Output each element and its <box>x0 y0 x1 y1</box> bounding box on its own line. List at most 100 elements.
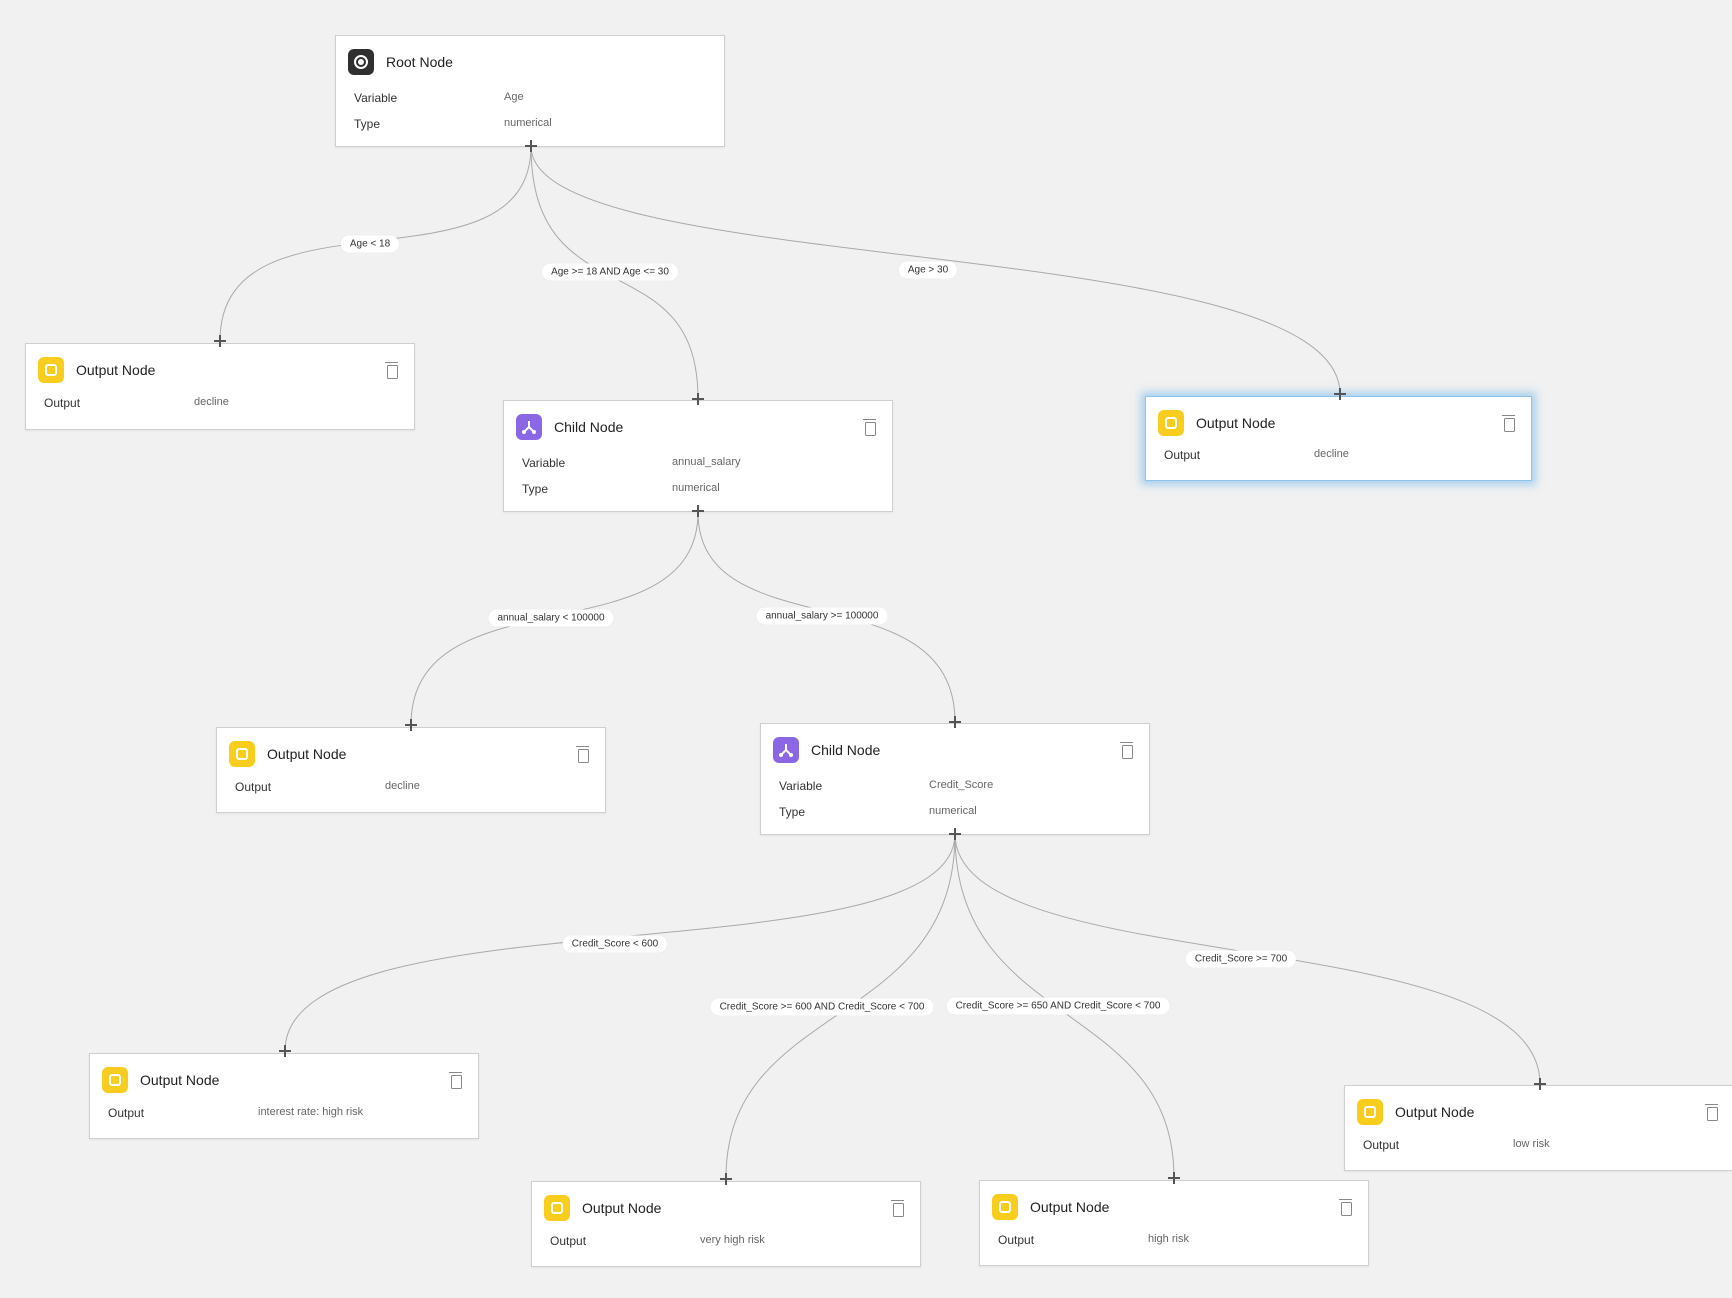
type-row: Type numerical <box>354 117 552 131</box>
trash-icon[interactable] <box>1502 415 1515 432</box>
node-title: Output Node <box>1030 1199 1110 1215</box>
plus-handle-icon[interactable] <box>1534 1078 1546 1090</box>
plus-handle-icon[interactable] <box>1334 388 1346 400</box>
type-row: Type numerical <box>779 805 977 819</box>
output-value: high risk <box>1148 1233 1189 1245</box>
root-node[interactable]: Root Node Variable Age Type numerical <box>335 35 725 147</box>
type-value: numerical <box>504 117 552 129</box>
output-node[interactable]: Output Node Output high risk <box>979 1180 1369 1266</box>
plus-handle-icon[interactable] <box>279 1045 291 1057</box>
edge-label[interactable]: Age > 30 <box>898 261 958 279</box>
variable-value: Age <box>504 91 524 103</box>
output-label: Output <box>1164 448 1201 462</box>
edge-label[interactable]: Credit_Score >= 650 AND Credit_Score < 7… <box>946 997 1170 1015</box>
edge-label[interactable]: annual_salary < 100000 <box>488 609 614 627</box>
output-value: decline <box>385 780 420 792</box>
output-node[interactable]: Output Node Output very high risk <box>531 1181 921 1267</box>
plus-handle-icon[interactable] <box>720 1173 732 1185</box>
output-row: Output low risk <box>1363 1138 1550 1152</box>
output-value: low risk <box>1513 1138 1550 1150</box>
child-node[interactable]: Child Node Variable annual_salary Type num… <box>503 400 893 512</box>
variable-label: Variable <box>779 779 823 793</box>
output-icon <box>544 1195 570 1221</box>
variable-label: Variable <box>354 91 398 105</box>
trash-icon[interactable] <box>1120 742 1133 759</box>
type-value: numerical <box>672 482 720 494</box>
node-title: Output Node <box>140 1072 220 1088</box>
output-row: Output decline <box>235 780 420 794</box>
output-icon <box>1158 410 1184 436</box>
plus-handle-icon[interactable] <box>525 140 537 152</box>
trash-icon[interactable] <box>1705 1104 1718 1121</box>
output-label: Output <box>998 1233 1035 1247</box>
variable-row: Variable annual_salary <box>522 456 741 470</box>
output-value: decline <box>194 396 229 408</box>
node-title: Output Node <box>1196 415 1276 431</box>
output-value: very high risk <box>700 1234 765 1246</box>
type-value: numerical <box>929 805 977 817</box>
edge-label[interactable]: Age < 18 <box>340 235 400 253</box>
output-icon <box>1357 1099 1383 1125</box>
type-label: Type <box>354 117 381 131</box>
trash-icon[interactable] <box>891 1200 904 1217</box>
flow-canvas[interactable]: Age < 18 Age >= 18 AND Age <= 30 Age > 3… <box>0 0 1732 1298</box>
node-title: Output Node <box>582 1200 662 1216</box>
output-row: Output decline <box>44 396 229 410</box>
output-icon <box>229 741 255 767</box>
node-title: Output Node <box>267 746 347 762</box>
edge-label[interactable]: annual_salary >= 100000 <box>756 607 888 625</box>
node-title: Child Node <box>554 419 624 435</box>
output-row: Output high risk <box>998 1233 1189 1247</box>
plus-handle-icon[interactable] <box>692 505 704 517</box>
output-node[interactable]: Output Node Output decline <box>25 343 415 430</box>
edge-label[interactable]: Credit_Score >= 700 <box>1185 950 1297 968</box>
branch-icon <box>773 737 799 763</box>
plus-handle-icon[interactable] <box>1168 1172 1180 1184</box>
node-title: Child Node <box>811 742 881 758</box>
node-title: Output Node <box>76 362 156 378</box>
output-node[interactable]: Output Node Output interest rate: high ri… <box>89 1053 479 1139</box>
type-label: Type <box>779 805 806 819</box>
trash-icon[interactable] <box>863 419 876 436</box>
plus-handle-icon[interactable] <box>214 335 226 347</box>
output-row: Output interest rate: high risk <box>108 1106 363 1120</box>
plus-handle-icon[interactable] <box>405 719 417 731</box>
trash-icon[interactable] <box>576 746 589 763</box>
output-label: Output <box>1363 1138 1400 1152</box>
output-icon <box>102 1067 128 1093</box>
variable-value: annual_salary <box>672 456 741 468</box>
branch-icon <box>516 414 542 440</box>
output-value: decline <box>1314 448 1349 460</box>
output-label: Output <box>235 780 272 794</box>
trash-icon[interactable] <box>449 1072 462 1089</box>
trash-icon[interactable] <box>1339 1199 1352 1216</box>
output-row: Output very high risk <box>550 1234 765 1248</box>
type-label: Type <box>522 482 549 496</box>
output-label: Output <box>108 1106 145 1120</box>
edge-label[interactable]: Credit_Score < 600 <box>562 935 668 953</box>
target-icon <box>348 49 374 75</box>
output-node[interactable]: Output Node Output low risk <box>1344 1085 1732 1171</box>
output-node-selected[interactable]: Output Node Output decline <box>1145 396 1532 481</box>
output-row: Output decline <box>1164 448 1349 462</box>
output-node[interactable]: Output Node Output decline <box>216 727 606 813</box>
type-row: Type numerical <box>522 482 720 496</box>
trash-icon[interactable] <box>385 362 398 379</box>
output-label: Output <box>44 396 81 410</box>
node-title: Root Node <box>386 54 453 70</box>
output-label: Output <box>550 1234 587 1248</box>
output-icon <box>38 357 64 383</box>
variable-label: Variable <box>522 456 566 470</box>
variable-row: Variable Age <box>354 91 524 105</box>
output-icon <box>992 1194 1018 1220</box>
plus-handle-icon[interactable] <box>949 828 961 840</box>
variable-row: Variable Credit_Score <box>779 779 993 793</box>
child-node[interactable]: Child Node Variable Credit_Score Type nume… <box>760 723 1150 835</box>
node-title: Output Node <box>1395 1104 1475 1120</box>
variable-value: Credit_Score <box>929 779 994 791</box>
plus-handle-icon[interactable] <box>949 716 961 728</box>
edge-label[interactable]: Age >= 18 AND Age <= 30 <box>542 263 678 281</box>
output-value: interest rate: high risk <box>258 1106 364 1118</box>
edge-label[interactable]: Credit_Score >= 600 AND Credit_Score < 7… <box>710 998 934 1016</box>
plus-handle-icon[interactable] <box>692 393 704 405</box>
